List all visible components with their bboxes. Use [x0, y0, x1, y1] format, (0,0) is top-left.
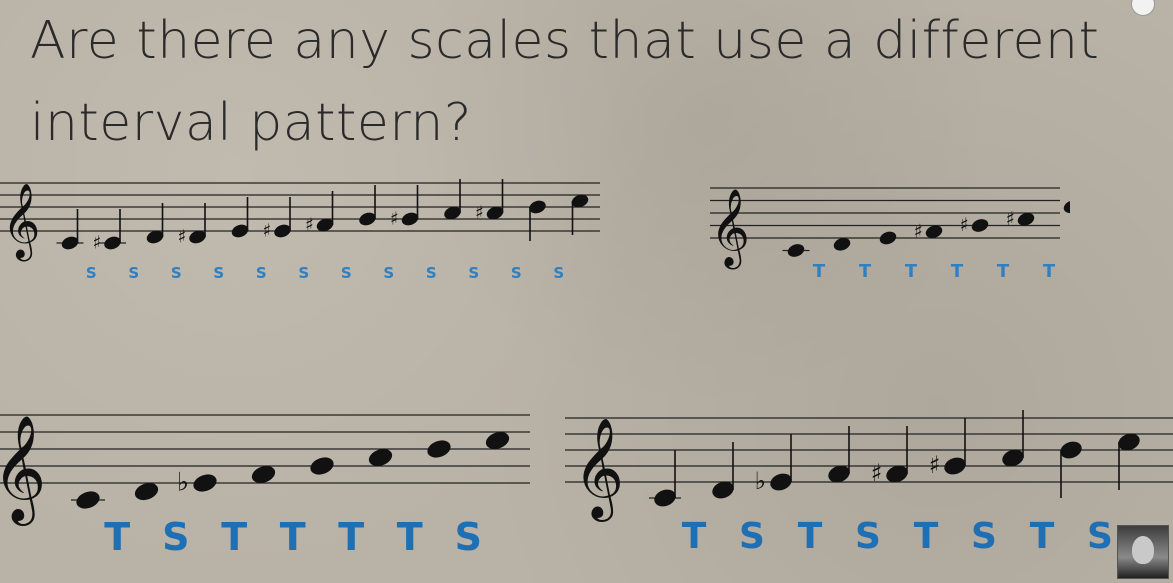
interval-label: S [739, 516, 765, 557]
interval-label: T [1043, 261, 1056, 282]
interval-label: S [855, 516, 881, 557]
treble-clef-icon: 𝄞 [2, 183, 40, 261]
treble-clef-icon: 𝄞 [710, 187, 750, 270]
note-head [193, 474, 217, 492]
presenter-face [1132, 536, 1154, 564]
flat-icon: ♭ [177, 468, 189, 498]
interval-label: S [213, 264, 224, 282]
sharp-icon: ♯ [960, 215, 969, 236]
staff-svg: 𝄞 ♭T S T T T T S [0, 414, 530, 559]
interval-label: T [280, 515, 306, 559]
interval-label: T [859, 261, 872, 282]
interval-label: S [971, 516, 997, 557]
sharp-icon: ♯ [178, 226, 187, 247]
note-head [1063, 200, 1070, 214]
interval-label: T [798, 516, 823, 557]
interval-label: S [468, 264, 479, 282]
sharp-icon: ♯ [475, 202, 484, 223]
interval-label: T [914, 516, 939, 557]
sharp-icon: ♯ [93, 232, 102, 253]
sharp-icon: ♯ [305, 214, 314, 235]
presenter-thumbnail [1117, 525, 1169, 579]
sharp-icon: ♯ [263, 220, 272, 241]
interval-label: T [338, 515, 364, 559]
interval-label: S [256, 264, 267, 282]
sharp-icon: ♯ [914, 221, 923, 242]
interval-label: T [905, 261, 918, 282]
info-icon[interactable] [1131, 0, 1155, 16]
interval-label: S [455, 515, 482, 559]
interval-label: S [383, 264, 394, 282]
interval-label: T [397, 515, 423, 559]
interval-label: T [1030, 516, 1055, 557]
staff-svg: 𝄞 ♯ ♯ ♯ ♯ ♯ ♯ S S S S S S S S S S S S [0, 179, 600, 282]
note-head [654, 489, 676, 507]
interval-label: S [298, 264, 309, 282]
note-head [971, 219, 989, 232]
staff-octatonic-scale: 𝄞 ♭ ♯ ♯ T S T S T S T S [565, 380, 1173, 570]
slide-title: Are there any scales that use a differen… [30, 0, 1130, 164]
staff-svg: 𝄞 ♭ ♯ ♯T S T S T S T S [565, 410, 1173, 557]
note-head [76, 491, 100, 509]
interval-label: T [682, 516, 707, 557]
interval-label: T [104, 515, 130, 559]
interval-label: S [426, 264, 437, 282]
sharp-icon: ♯ [1006, 209, 1015, 230]
note-head [427, 440, 451, 458]
slide-title-line-2: interval pattern? [30, 93, 472, 153]
staff-whole-tone: 𝄞 ♯ ♯ ♯ T T T T T T [700, 160, 1070, 290]
treble-clef-icon: 𝄞 [573, 418, 624, 522]
note-head [944, 457, 966, 475]
interval-label: T [951, 261, 964, 282]
sharp-icon: ♯ [871, 459, 883, 487]
note-head [770, 473, 792, 491]
interval-label: S [86, 264, 97, 282]
note-head [787, 244, 805, 257]
interval-label: T [813, 261, 826, 282]
note-head [1060, 441, 1082, 459]
interval-label: S [162, 515, 189, 559]
treble-clef-icon: 𝄞 [0, 414, 46, 526]
interval-label: S [553, 264, 564, 282]
flat-icon: ♭ [755, 467, 766, 495]
slide-title-line-1: Are there any scales that use a differen… [30, 11, 1100, 71]
sharp-icon: ♯ [929, 451, 941, 479]
interval-label: S [511, 264, 522, 282]
interval-label: S [1087, 516, 1113, 557]
interval-label: T [997, 261, 1010, 282]
interval-label: S [341, 264, 352, 282]
note-head [310, 457, 334, 475]
staff-melodic-scale: 𝄞 ♭ T S T T T T S [0, 375, 535, 570]
staff-chromatic: 𝄞 ♯ ♯ ♯ ♯ ♯ ♯ S S S S S S S S S S S S [0, 155, 600, 290]
staff-svg: 𝄞 ♯ ♯ ♯ T T T T T T [710, 187, 1070, 282]
interval-label: S [128, 264, 139, 282]
interval-label: T [221, 515, 247, 559]
note-head [879, 231, 897, 245]
interval-label: S [171, 264, 182, 282]
sharp-icon: ♯ [390, 208, 399, 229]
